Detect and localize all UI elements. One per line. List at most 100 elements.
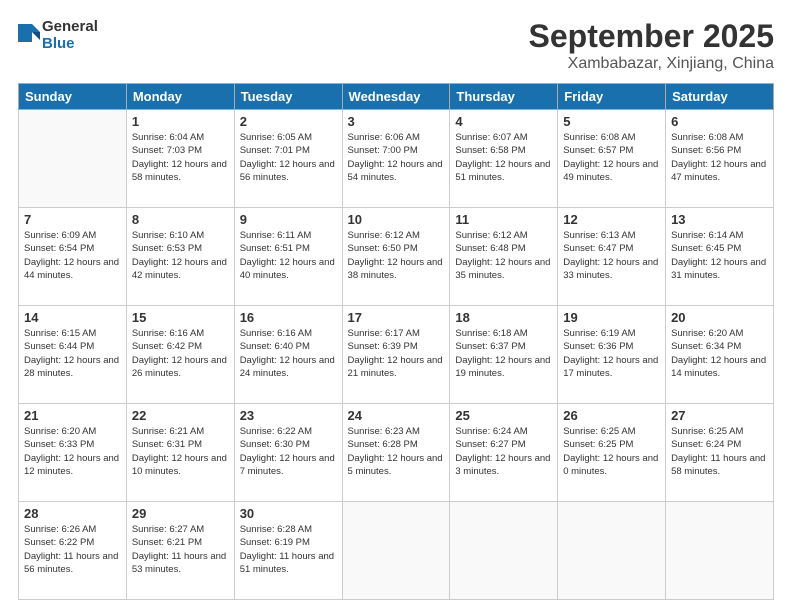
calendar-cell: 16 Sunrise: 6:16 AMSunset: 6:40 PMDayligh…	[234, 306, 342, 404]
calendar-cell: 26 Sunrise: 6:25 AMSunset: 6:25 PMDayligh…	[558, 404, 666, 502]
calendar-week-1: 7Sunrise: 6:09 AMSunset: 6:54 PMDaylight…	[19, 208, 774, 306]
day-number: 9	[240, 212, 337, 227]
calendar-cell: 3 Sunrise: 6:06 AMSunset: 7:00 PMDaylight…	[342, 110, 450, 208]
day-info: Sunrise: 6:12 AMSunset: 6:48 PMDaylight:…	[455, 229, 552, 282]
calendar-cell: 21 Sunrise: 6:20 AMSunset: 6:33 PMDayligh…	[19, 404, 127, 502]
calendar-cell: 10Sunrise: 6:12 AMSunset: 6:50 PMDayligh…	[342, 208, 450, 306]
calendar-cell: 20 Sunrise: 6:20 AMSunset: 6:34 PMDayligh…	[666, 306, 774, 404]
calendar-cell: 29Sunrise: 6:27 AMSunset: 6:21 PMDayligh…	[126, 502, 234, 600]
calendar-table: SundayMondayTuesdayWednesdayThursdayFrid…	[18, 83, 774, 600]
day-info: Sunrise: 6:17 AMSunset: 6:39 PMDaylight:…	[348, 327, 445, 380]
calendar-cell: 14 Sunrise: 6:15 AMSunset: 6:44 PMDayligh…	[19, 306, 127, 404]
day-info: Sunrise: 6:04 AMSunset: 7:03 PMDaylight:…	[132, 131, 229, 184]
day-number: 26	[563, 408, 660, 423]
day-info: Sunrise: 6:19 AMSunset: 6:36 PMDaylight:…	[563, 327, 660, 380]
day-number: 25	[455, 408, 552, 423]
calendar-title: September 2025	[529, 18, 774, 55]
day-number: 21	[24, 408, 121, 423]
day-info: Sunrise: 6:07 AMSunset: 6:58 PMDaylight:…	[455, 131, 552, 184]
calendar-cell: 17Sunrise: 6:17 AMSunset: 6:39 PMDayligh…	[342, 306, 450, 404]
calendar-cell: 24Sunrise: 6:23 AMSunset: 6:28 PMDayligh…	[342, 404, 450, 502]
day-info: Sunrise: 6:26 AMSunset: 6:22 PMDaylight:…	[24, 523, 121, 576]
day-header-wednesday: Wednesday	[342, 84, 450, 110]
logo-text: General Blue	[42, 18, 98, 52]
day-info: Sunrise: 6:22 AMSunset: 6:30 PMDaylight:…	[240, 425, 337, 478]
calendar-cell: 9 Sunrise: 6:11 AMSunset: 6:51 PMDaylight…	[234, 208, 342, 306]
day-info: Sunrise: 6:18 AMSunset: 6:37 PMDaylight:…	[455, 327, 552, 380]
day-header-friday: Friday	[558, 84, 666, 110]
calendar-cell	[19, 110, 127, 208]
day-number: 11	[455, 212, 552, 227]
day-header-thursday: Thursday	[450, 84, 558, 110]
day-number: 19	[563, 310, 660, 325]
calendar-cell: 30Sunrise: 6:28 AMSunset: 6:19 PMDayligh…	[234, 502, 342, 600]
day-number: 13	[671, 212, 768, 227]
calendar-cell	[342, 502, 450, 600]
day-info: Sunrise: 6:20 AMSunset: 6:33 PMDaylight:…	[24, 425, 121, 478]
calendar-cell: 11 Sunrise: 6:12 AMSunset: 6:48 PMDayligh…	[450, 208, 558, 306]
day-number: 18	[455, 310, 552, 325]
calendar-cell: 8Sunrise: 6:10 AMSunset: 6:53 PMDaylight…	[126, 208, 234, 306]
logo-icon	[18, 22, 40, 44]
day-number: 20	[671, 310, 768, 325]
day-number: 28	[24, 506, 121, 521]
calendar-cell: 5 Sunrise: 6:08 AMSunset: 6:57 PMDaylight…	[558, 110, 666, 208]
calendar-header-row: SundayMondayTuesdayWednesdayThursdayFrid…	[19, 84, 774, 110]
calendar-cell: 23 Sunrise: 6:22 AMSunset: 6:30 PMDayligh…	[234, 404, 342, 502]
calendar-cell: 1 Sunrise: 6:04 AMSunset: 7:03 PMDaylight…	[126, 110, 234, 208]
day-number: 12	[563, 212, 660, 227]
calendar-cell: 27Sunrise: 6:25 AMSunset: 6:24 PMDayligh…	[666, 404, 774, 502]
day-info: Sunrise: 6:25 AMSunset: 6:25 PMDaylight:…	[563, 425, 660, 478]
calendar-cell	[450, 502, 558, 600]
day-number: 16	[240, 310, 337, 325]
day-info: Sunrise: 6:11 AMSunset: 6:51 PMDaylight:…	[240, 229, 337, 282]
logo: General Blue	[18, 18, 98, 52]
day-info: Sunrise: 6:16 AMSunset: 6:40 PMDaylight:…	[240, 327, 337, 380]
page: General Blue September 2025 Xambabazar, …	[0, 0, 792, 612]
day-number: 14	[24, 310, 121, 325]
title-block: September 2025 Xambabazar, Xinjiang, Chi…	[529, 18, 774, 73]
day-number: 23	[240, 408, 337, 423]
day-number: 10	[348, 212, 445, 227]
day-number: 7	[24, 212, 121, 227]
header: General Blue September 2025 Xambabazar, …	[18, 18, 774, 73]
day-header-tuesday: Tuesday	[234, 84, 342, 110]
day-info: Sunrise: 6:08 AMSunset: 6:56 PMDaylight:…	[671, 131, 768, 184]
calendar-week-4: 28 Sunrise: 6:26 AMSunset: 6:22 PMDayligh…	[19, 502, 774, 600]
day-info: Sunrise: 6:06 AMSunset: 7:00 PMDaylight:…	[348, 131, 445, 184]
day-number: 30	[240, 506, 337, 521]
calendar-cell	[558, 502, 666, 600]
day-number: 3	[348, 114, 445, 129]
day-info: Sunrise: 6:24 AMSunset: 6:27 PMDaylight:…	[455, 425, 552, 478]
calendar-cell: 22 Sunrise: 6:21 AMSunset: 6:31 PMDayligh…	[126, 404, 234, 502]
day-number: 4	[455, 114, 552, 129]
day-info: Sunrise: 6:20 AMSunset: 6:34 PMDaylight:…	[671, 327, 768, 380]
day-header-monday: Monday	[126, 84, 234, 110]
day-number: 8	[132, 212, 229, 227]
calendar-cell: 19 Sunrise: 6:19 AMSunset: 6:36 PMDayligh…	[558, 306, 666, 404]
day-info: Sunrise: 6:21 AMSunset: 6:31 PMDaylight:…	[132, 425, 229, 478]
calendar-cell: 13Sunrise: 6:14 AMSunset: 6:45 PMDayligh…	[666, 208, 774, 306]
calendar-cell: 4 Sunrise: 6:07 AMSunset: 6:58 PMDaylight…	[450, 110, 558, 208]
calendar-cell: 25 Sunrise: 6:24 AMSunset: 6:27 PMDayligh…	[450, 404, 558, 502]
calendar-subtitle: Xambabazar, Xinjiang, China	[529, 55, 774, 73]
calendar-cell: 28 Sunrise: 6:26 AMSunset: 6:22 PMDayligh…	[19, 502, 127, 600]
day-number: 22	[132, 408, 229, 423]
day-number: 5	[563, 114, 660, 129]
day-header-sunday: Sunday	[19, 84, 127, 110]
day-info: Sunrise: 6:23 AMSunset: 6:28 PMDaylight:…	[348, 425, 445, 478]
calendar-week-2: 14 Sunrise: 6:15 AMSunset: 6:44 PMDayligh…	[19, 306, 774, 404]
day-info: Sunrise: 6:25 AMSunset: 6:24 PMDaylight:…	[671, 425, 768, 478]
day-info: Sunrise: 6:16 AMSunset: 6:42 PMDaylight:…	[132, 327, 229, 380]
day-info: Sunrise: 6:05 AMSunset: 7:01 PMDaylight:…	[240, 131, 337, 184]
day-number: 15	[132, 310, 229, 325]
calendar-cell: 6Sunrise: 6:08 AMSunset: 6:56 PMDaylight…	[666, 110, 774, 208]
day-info: Sunrise: 6:15 AMSunset: 6:44 PMDaylight:…	[24, 327, 121, 380]
day-info: Sunrise: 6:13 AMSunset: 6:47 PMDaylight:…	[563, 229, 660, 282]
day-header-saturday: Saturday	[666, 84, 774, 110]
calendar-cell: 18 Sunrise: 6:18 AMSunset: 6:37 PMDayligh…	[450, 306, 558, 404]
calendar-cell: 12 Sunrise: 6:13 AMSunset: 6:47 PMDayligh…	[558, 208, 666, 306]
day-number: 1	[132, 114, 229, 129]
calendar-cell: 7Sunrise: 6:09 AMSunset: 6:54 PMDaylight…	[19, 208, 127, 306]
day-info: Sunrise: 6:08 AMSunset: 6:57 PMDaylight:…	[563, 131, 660, 184]
